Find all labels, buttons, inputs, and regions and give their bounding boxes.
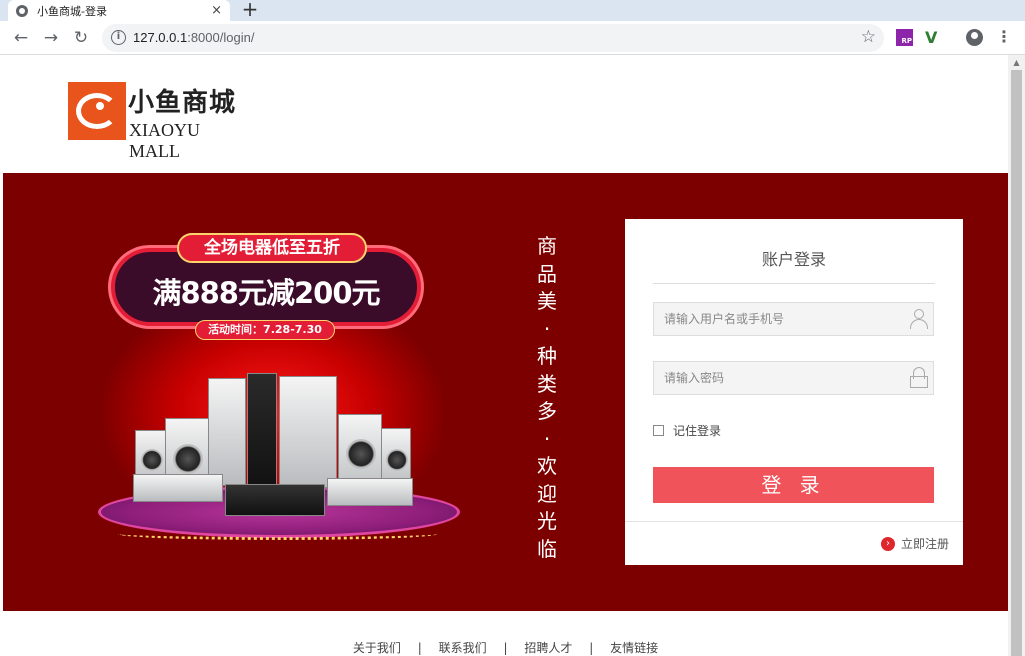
air-conditioner-graphic xyxy=(225,484,325,516)
slogan-char: 商 xyxy=(537,234,557,258)
login-form: 账户登录 记住登录 登 录 › 立即注册 xyxy=(625,219,963,565)
footer-separator: | xyxy=(589,641,594,655)
profile-avatar-icon[interactable] xyxy=(966,29,983,46)
slogan-vertical: 商 品 美 · 种 类 多 · 欢 迎 光 临 xyxy=(533,233,561,563)
fish-logo-icon xyxy=(68,82,126,140)
slogan-char: 光 xyxy=(537,509,557,533)
address-url[interactable]: 127.0.0.1:8000/login/ xyxy=(133,30,254,45)
arrow-right-icon: › xyxy=(880,536,895,551)
divider xyxy=(625,521,963,522)
page-scrollbar[interactable]: ▲ xyxy=(1008,55,1025,656)
logo-name-en: XIAOYU MALL xyxy=(129,120,200,161)
lock-icon xyxy=(909,367,929,389)
footer-separator: | xyxy=(417,641,422,655)
forward-arrow-icon[interactable]: → xyxy=(38,25,64,51)
scroll-up-icon[interactable]: ▲ xyxy=(1008,55,1025,70)
air-conditioner-graphic xyxy=(133,474,223,502)
info-icon[interactable]: i xyxy=(111,30,126,45)
close-icon[interactable]: × xyxy=(211,3,222,18)
slogan-char: 临 xyxy=(537,536,557,561)
remember-label[interactable]: 记住登录 xyxy=(673,422,721,439)
air-conditioner-graphic xyxy=(327,478,413,506)
slogan-char: 多 xyxy=(537,399,557,423)
page-content: 小鱼商城 XIAOYU MALL 全场电器低至五折 满888元减200元 活动时… xyxy=(3,55,1008,656)
fridge-graphic xyxy=(208,378,246,486)
divider xyxy=(653,283,935,284)
globe-icon xyxy=(16,4,28,17)
promo-offer: 满888元减200元 xyxy=(152,276,380,310)
tab-title: 小鱼商城-登录 xyxy=(37,4,107,18)
password-field[interactable] xyxy=(653,361,934,395)
fridge-graphic xyxy=(247,373,277,491)
address-bar[interactable]: i 127.0.0.1:8000/login/ ☆ xyxy=(102,24,884,52)
footer-link-friends[interactable]: 友情链接 xyxy=(610,641,658,655)
new-tab-button[interactable]: + xyxy=(237,0,263,21)
remember-checkbox[interactable] xyxy=(653,425,664,436)
footer-link-about[interactable]: 关于我们 xyxy=(353,641,401,655)
scrollbar-thumb[interactable] xyxy=(1011,70,1022,656)
fridge-graphic xyxy=(279,376,337,488)
password-input[interactable] xyxy=(654,362,899,394)
login-title: 账户登录 xyxy=(761,250,826,269)
axure-rp-extension-icon[interactable]: RP xyxy=(896,29,913,46)
bookmark-star-icon[interactable]: ☆ xyxy=(861,27,876,47)
footer-link-jobs[interactable]: 招聘人才 xyxy=(524,641,572,655)
slogan-char: 种 xyxy=(537,344,557,368)
footer-separator: | xyxy=(503,641,508,655)
browser-tab[interactable]: 小鱼商城-登录 × xyxy=(8,0,230,21)
browser-menu-icon[interactable]: ⋮ xyxy=(996,27,1012,46)
promo-date: 活动时间：7.28-7.30 xyxy=(195,320,335,340)
promo-headline: 全场电器低至五折 xyxy=(177,233,367,263)
reload-icon[interactable]: ↻ xyxy=(68,25,94,51)
site-logo[interactable]: 小鱼商城 XIAOYU MALL xyxy=(68,82,248,161)
footer-link-contact[interactable]: 联系我们 xyxy=(439,641,487,655)
browser-tab-strip: 小鱼商城-登录 × + xyxy=(0,0,1025,21)
login-banner: 全场电器低至五折 满888元减200元 活动时间：7.28-7.30 商 品 美… xyxy=(3,173,1008,611)
user-icon xyxy=(909,309,929,329)
slogan-char: 迎 xyxy=(537,481,557,506)
logo-name-cn: 小鱼商城 xyxy=(128,88,237,118)
promo-image: 全场电器低至五折 满888元减200元 活动时间：7.28-7.30 xyxy=(93,228,473,548)
login-button[interactable]: 登 录 xyxy=(653,467,934,503)
footer-links: 关于我们 | 联系我们 | 招聘人才 | 友情链接 xyxy=(3,639,1008,656)
slogan-char: · xyxy=(543,426,551,451)
slogan-char: 类 xyxy=(537,371,557,396)
slogan-char: 品 xyxy=(537,261,557,286)
slogan-char: · xyxy=(543,316,551,341)
browser-toolbar: ← → ↻ i 127.0.0.1:8000/login/ ☆ RP V ⋮ xyxy=(0,21,1025,55)
vue-devtools-extension-icon[interactable]: V xyxy=(925,29,942,46)
username-field[interactable] xyxy=(653,302,934,336)
slogan-char: 美 xyxy=(537,289,557,313)
register-link[interactable]: › 立即注册 xyxy=(880,535,949,552)
register-label[interactable]: 立即注册 xyxy=(901,535,949,552)
slogan-char: 欢 xyxy=(537,454,557,478)
back-arrow-icon[interactable]: ← xyxy=(8,25,34,51)
remember-login[interactable]: 记住登录 xyxy=(653,422,721,439)
username-input[interactable] xyxy=(654,303,899,335)
